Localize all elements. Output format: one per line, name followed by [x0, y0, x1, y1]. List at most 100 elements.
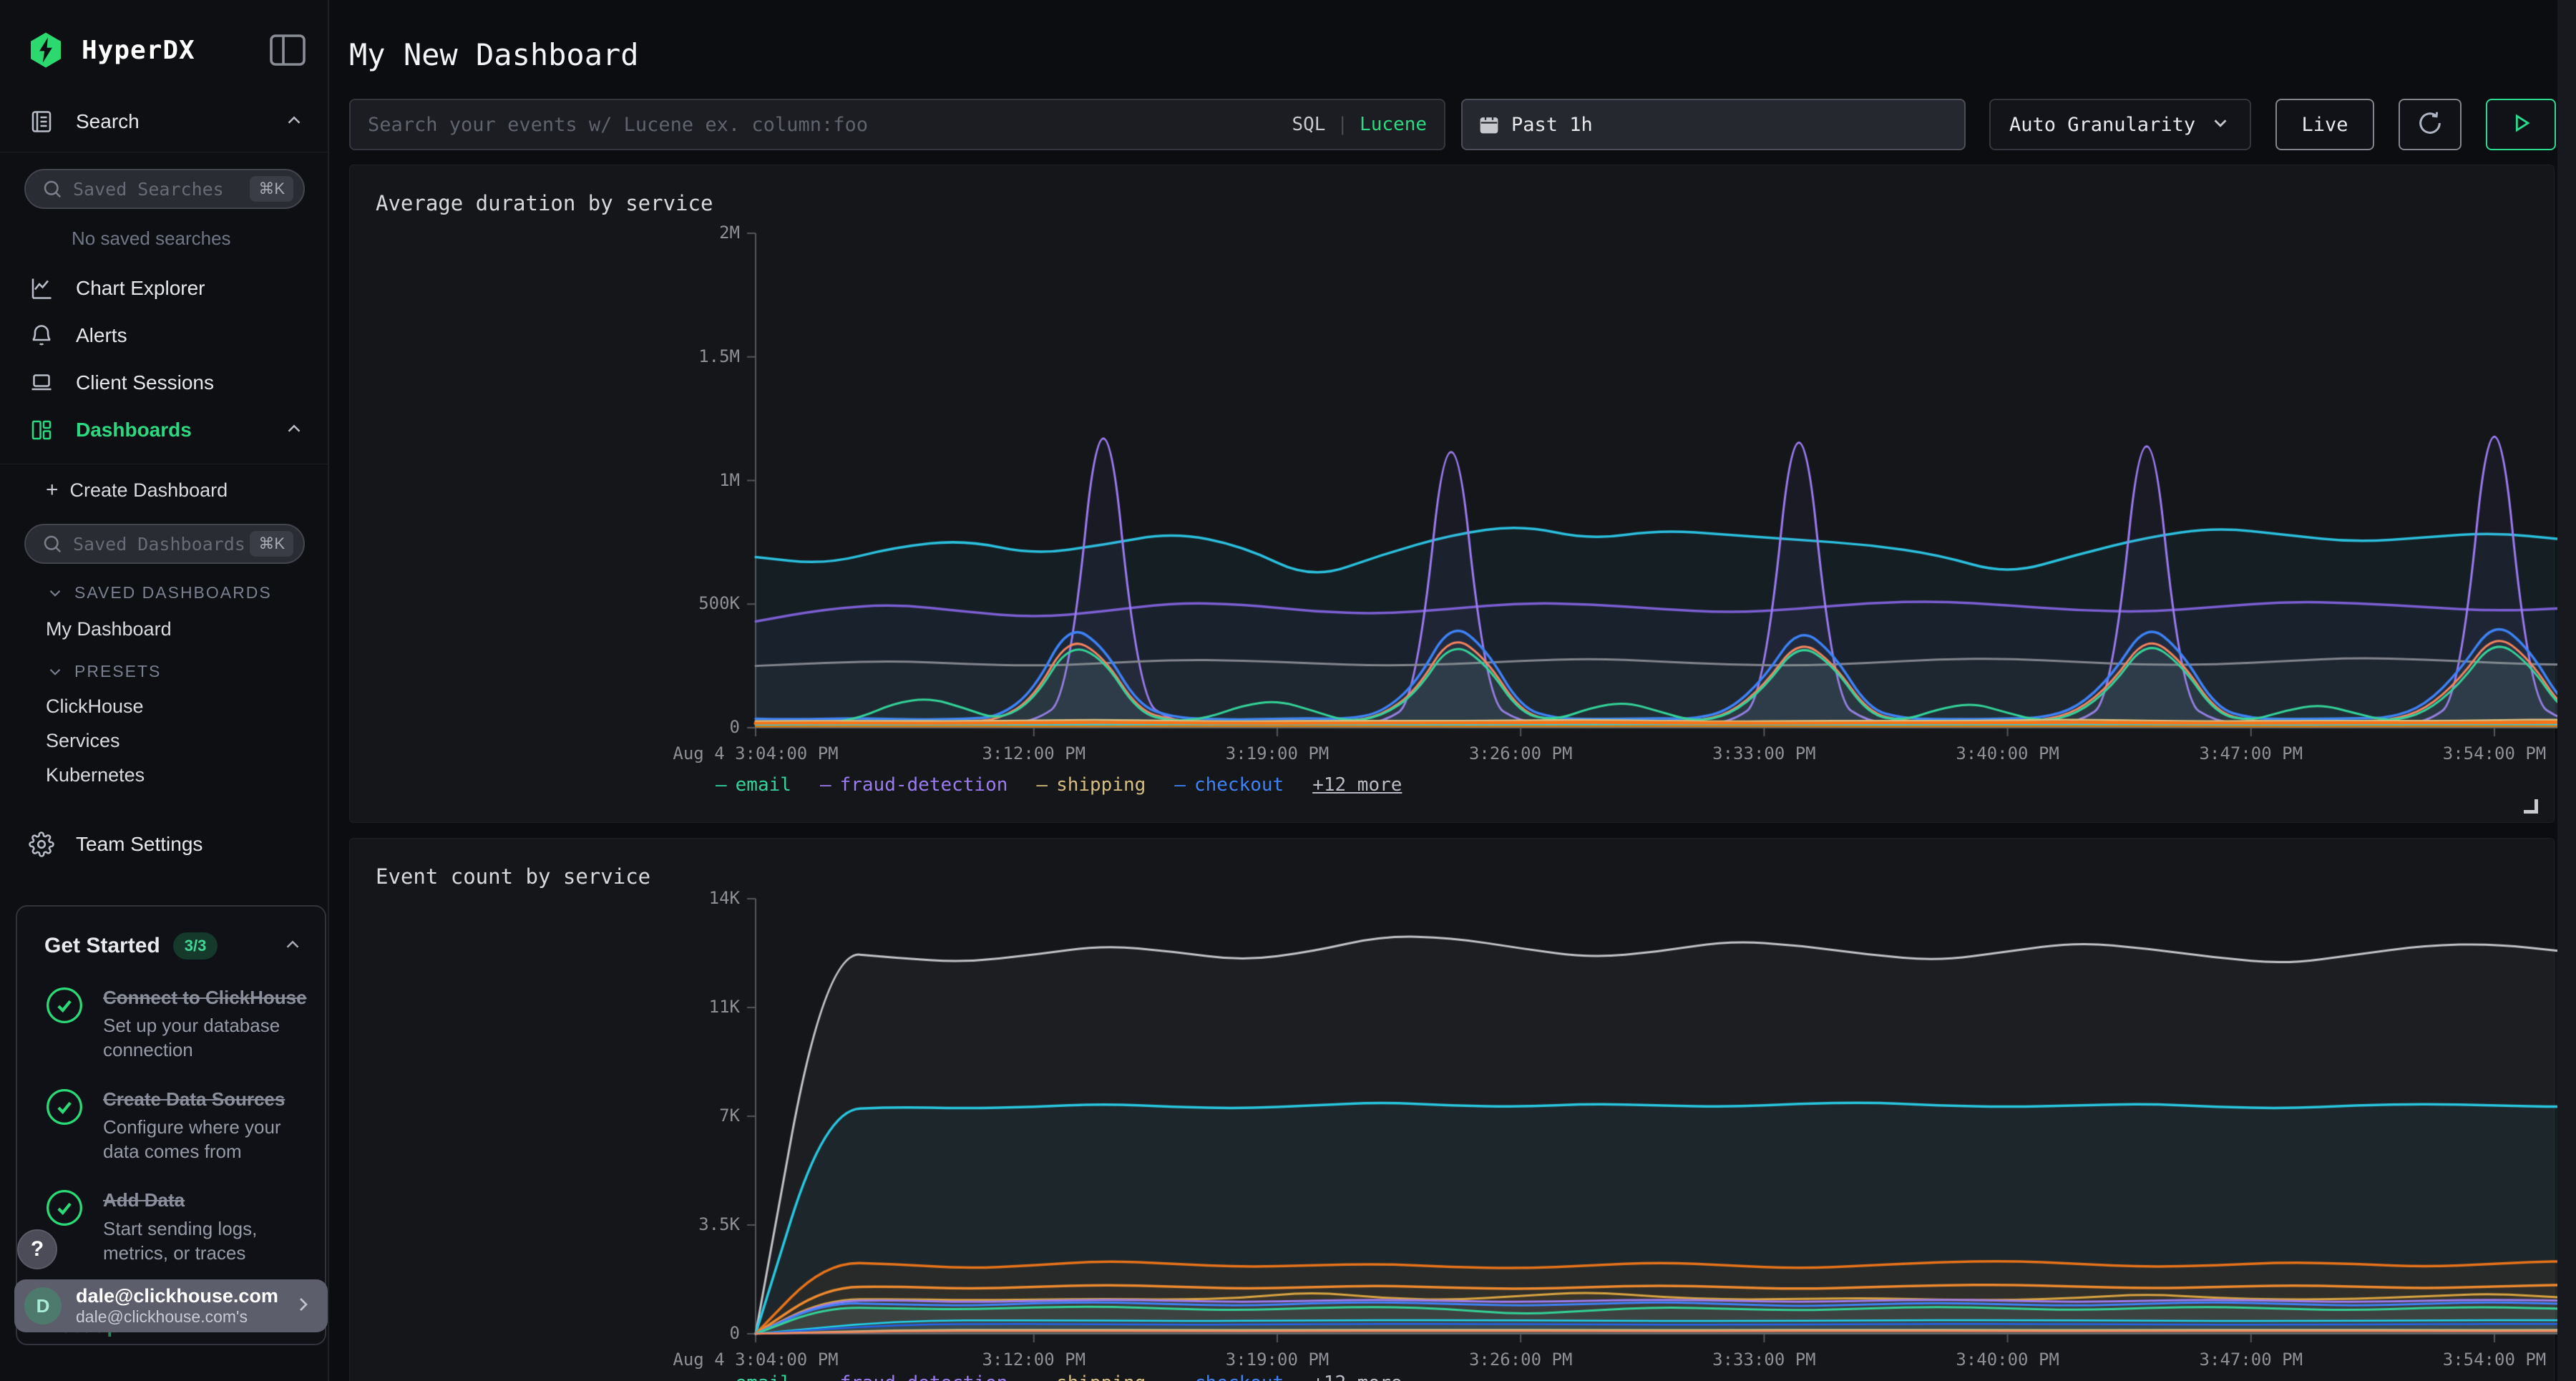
y-axis-tick: 0: [647, 717, 740, 737]
run-query-button[interactable]: [2486, 99, 2556, 150]
sidebar-item-dashboards[interactable]: Dashboards: [0, 410, 329, 450]
sidebar-item-label: Client Sessions: [76, 371, 214, 394]
get-started-item-desc: Set up your database connection: [103, 1013, 308, 1063]
hyperdx-logo-icon: [26, 30, 66, 70]
legend-more-link[interactable]: +12 more: [1312, 774, 1402, 796]
search-journal-icon: [29, 109, 57, 135]
legend-label: fraud-detection: [840, 774, 1008, 796]
x-axis-tick: 3:26:00 PM: [1469, 743, 1573, 763]
sidebar-item-my-dashboard[interactable]: My Dashboard: [46, 618, 172, 640]
bell-icon: [29, 323, 57, 348]
plus-icon: +: [46, 478, 59, 502]
y-axis-tick: 7K: [647, 1106, 740, 1126]
gear-icon: [29, 831, 57, 857]
section-label: PRESETS: [74, 662, 161, 681]
sidebar-item-services[interactable]: Services: [46, 730, 120, 752]
get-started-item-desc: Start sending logs, metrics, or traces: [103, 1216, 308, 1266]
lucene-toggle[interactable]: Lucene: [1360, 114, 1427, 135]
x-axis-tick: 3:12:00 PM: [982, 1350, 1086, 1370]
shortcut-badge: ⌘K: [250, 531, 293, 557]
saved-searches-input[interactable]: [73, 179, 250, 200]
legend-swatch: —: [1174, 1372, 1186, 1381]
avg-duration-chart-canvas[interactable]: [724, 228, 2576, 779]
legend-item[interactable]: —fraud-detection: [820, 1372, 1008, 1381]
sidebar-collapse-icon[interactable]: [269, 34, 306, 67]
legend-label: email: [736, 774, 791, 796]
legend-swatch: —: [1036, 774, 1048, 796]
legend-label: shipping: [1056, 1372, 1146, 1381]
saved-searches-search[interactable]: ⌘K: [24, 169, 305, 209]
event-count-legend: —email—fraud-detection—shipping—checkout…: [716, 1372, 1402, 1381]
live-label: Live: [2301, 114, 2348, 136]
sidebar-item-chart-explorer[interactable]: Chart Explorer: [0, 268, 329, 308]
legend-label: email: [736, 1372, 791, 1381]
sidebar-item-kubernetes[interactable]: Kubernetes: [46, 764, 145, 786]
chart-line-icon: [29, 275, 57, 301]
legend-item[interactable]: —fraud-detection: [820, 774, 1008, 796]
y-axis-tick: 0: [647, 1323, 740, 1343]
chevron-down-icon: [2210, 112, 2231, 137]
chevron-right-icon: [292, 1293, 315, 1319]
sidebar-item-alerts[interactable]: Alerts: [0, 316, 329, 356]
refresh-button[interactable]: [2399, 99, 2462, 150]
legend-item[interactable]: —checkout: [1174, 1372, 1284, 1381]
chart-title: Event count by service: [376, 864, 650, 889]
legend-item[interactable]: —shipping: [1036, 774, 1146, 796]
sidebar-item-clickhouse[interactable]: ClickHouse: [46, 696, 144, 718]
legend-swatch: —: [716, 774, 727, 796]
search-icon: [42, 533, 63, 555]
x-axis-tick: 3:47:00 PM: [2200, 743, 2303, 763]
get-started-item-sources[interactable]: Create Data Sources Configure where your…: [17, 1068, 325, 1170]
play-icon: [2509, 111, 2533, 139]
legend-swatch: —: [1174, 774, 1186, 796]
x-axis-tick: 3:54:00 PM: [2443, 1350, 2547, 1370]
resize-handle[interactable]: [2524, 799, 2538, 814]
create-dashboard-label: Create Dashboard: [70, 479, 228, 502]
y-axis-tick: 1.5M: [647, 346, 740, 366]
chevron-up-icon[interactable]: [282, 934, 303, 959]
sidebar-item-team-settings[interactable]: Team Settings: [0, 824, 329, 864]
x-axis-tick: 3:26:00 PM: [1469, 1350, 1573, 1370]
time-range-picker[interactable]: Past 1h: [1461, 99, 1966, 150]
get-started-item-add-data[interactable]: Add Data Start sending logs, metrics, or…: [17, 1169, 325, 1271]
sidebar-item-search[interactable]: Search: [0, 102, 329, 142]
sql-toggle[interactable]: SQL: [1292, 114, 1325, 135]
sidebar-item-label: Alerts: [76, 324, 127, 347]
saved-dashboards-input[interactable]: [73, 534, 250, 555]
y-axis-tick: 3.5K: [647, 1214, 740, 1234]
saved-dashboards-section-header[interactable]: SAVED DASHBOARDS: [46, 583, 272, 602]
legend-item[interactable]: — shipping: [1036, 1372, 1146, 1381]
chevron-down-icon: [46, 663, 64, 681]
legend-swatch: —: [820, 1372, 831, 1381]
legend-item[interactable]: —checkout: [1174, 774, 1284, 796]
granularity-select[interactable]: Auto Granularity: [1989, 99, 2251, 150]
legend-item[interactable]: — email: [716, 774, 791, 796]
x-axis-tick: Aug 4 3:04:00 PM: [673, 1350, 838, 1370]
create-dashboard-button[interactable]: + Create Dashboard: [46, 478, 228, 502]
presets-section-header[interactable]: PRESETS: [46, 662, 161, 681]
get-started-item-connect[interactable]: Connect to ClickHouse Set up your databa…: [17, 967, 325, 1068]
event-count-chart-canvas[interactable]: [724, 893, 2576, 1381]
granularity-value: Auto Granularity: [2009, 114, 2195, 136]
toggle-divider: |: [1337, 114, 1348, 135]
event-search-box: SQL | Lucene: [349, 99, 1445, 150]
legend-more-link[interactable]: +12 more: [1312, 1372, 1402, 1381]
sidebar-item-client-sessions[interactable]: Client Sessions: [0, 363, 329, 403]
check-circle-icon: [44, 985, 84, 1063]
legend-swatch: —: [1036, 1372, 1048, 1381]
chart-title: Average duration by service: [376, 191, 713, 215]
get-started-item-desc: Configure where your data comes from: [103, 1115, 308, 1164]
chevron-up-icon: [283, 109, 305, 135]
saved-dashboards-search[interactable]: ⌘K: [24, 524, 305, 564]
user-menu[interactable]: D dale@clickhouse.com dale@clickhouse.co…: [14, 1279, 328, 1332]
scrollbar-gutter[interactable]: [2557, 0, 2576, 1381]
help-button[interactable]: ?: [17, 1229, 57, 1269]
laptop-icon: [29, 370, 57, 396]
legend-item[interactable]: —email: [716, 1372, 791, 1381]
question-mark-icon: ?: [31, 1237, 44, 1262]
x-axis-tick: 3:40:00 PM: [1956, 743, 2059, 763]
get-started-title: Get Started: [44, 934, 160, 958]
live-button[interactable]: Live: [2275, 99, 2374, 150]
get-started-item-title: Add Data: [103, 1188, 308, 1213]
event-search-input[interactable]: [368, 114, 1292, 136]
